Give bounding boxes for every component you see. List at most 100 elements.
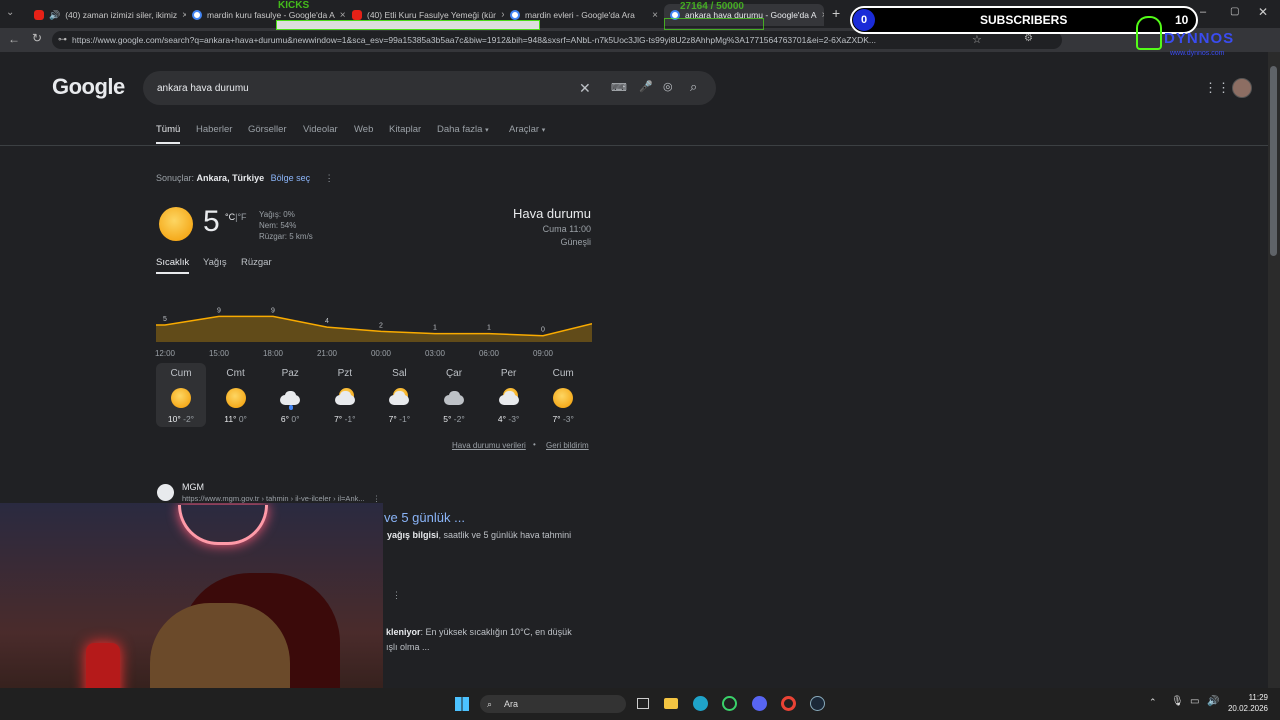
tab-more[interactable]: Daha fazla ▾ bbox=[437, 124, 489, 135]
forecast-day-label[interactable]: Çar bbox=[429, 368, 479, 379]
tab-books[interactable]: Kitaplar bbox=[389, 124, 421, 135]
start-windows-icon[interactable] bbox=[455, 697, 469, 711]
clock-time: 11:29 bbox=[1248, 693, 1268, 702]
youtube-icon bbox=[352, 10, 362, 20]
metric-tab-temperature[interactable]: Sıcaklık bbox=[156, 257, 190, 274]
forecast-day-label[interactable]: Per bbox=[484, 368, 534, 379]
kicks-progress-text: 27164 / 50000 bbox=[680, 1, 744, 12]
forecast-day-label[interactable]: Sal bbox=[374, 368, 424, 379]
unit-toggle[interactable]: °C|°F bbox=[225, 212, 247, 222]
metric-tab-precipitation[interactable]: Yağış bbox=[203, 257, 227, 268]
close-icon[interactable]: × bbox=[822, 10, 824, 21]
edge-icon[interactable] bbox=[693, 696, 708, 711]
apps-grid-icon[interactable]: ⋮⋮ bbox=[1204, 80, 1230, 96]
bookmark-star-icon[interactable]: ☆ bbox=[972, 33, 982, 46]
result-url[interactable]: https://www.mgm.gov.tr › tahmin › il-ve-… bbox=[182, 494, 380, 503]
file-explorer-icon[interactable] bbox=[664, 698, 678, 709]
forecast-day-label[interactable]: Paz bbox=[265, 368, 315, 379]
search-icon[interactable]: ⌕ bbox=[690, 79, 697, 95]
reload-icon[interactable]: ↻ bbox=[32, 31, 42, 45]
tab-tools[interactable]: Araçlar ▾ bbox=[509, 124, 545, 135]
tab-images[interactable]: Görseller bbox=[248, 124, 287, 135]
minimize-button[interactable]: – bbox=[1200, 6, 1206, 18]
forecast-temperatures: 7° -1° bbox=[320, 414, 370, 424]
tab-videos[interactable]: Videolar bbox=[303, 124, 338, 135]
forecast-low: 0° bbox=[291, 414, 300, 424]
taskbar-search[interactable]: ⌕ Ara bbox=[480, 695, 626, 713]
more-options-icon[interactable]: ⋮ bbox=[325, 173, 334, 183]
close-icon[interactable]: × bbox=[340, 10, 346, 21]
brand-url: www.dynnos.com bbox=[1170, 50, 1225, 57]
more-options-icon[interactable]: ⋮ bbox=[373, 494, 381, 503]
sunny-icon bbox=[225, 388, 246, 408]
microphone-icon[interactable]: 🎤 bbox=[639, 80, 653, 93]
partly-cloudy-icon bbox=[498, 388, 519, 408]
hourly-value-label: 1 bbox=[487, 325, 491, 332]
weather-data-link[interactable]: Hava durumu verileri bbox=[452, 441, 526, 450]
result-snippet: kleniyor: En yüksek sıcaklığın 10°C, en … bbox=[386, 627, 572, 637]
lens-camera-icon[interactable]: ◎ bbox=[663, 80, 673, 93]
tab-all[interactable]: Tümü bbox=[156, 124, 181, 144]
forecast-temperatures: 4° -3° bbox=[484, 414, 534, 424]
volume-icon[interactable]: 🔊 bbox=[1207, 696, 1219, 707]
tray-chevron-icon[interactable]: ⌃ bbox=[1149, 697, 1157, 708]
clear-icon[interactable]: ✕ bbox=[579, 80, 591, 97]
hourly-time-label: 21:00 bbox=[316, 349, 338, 358]
tab-news[interactable]: Haberler bbox=[196, 124, 232, 135]
tab-list-chevron-icon[interactable]: ⌄ bbox=[6, 7, 14, 18]
hourly-value-label: 4 bbox=[325, 318, 329, 325]
forecast-high: 7° bbox=[552, 414, 563, 424]
kicks-goal-bar bbox=[664, 18, 764, 30]
feedback-link[interactable]: Geri bildirim bbox=[546, 441, 589, 450]
google-icon bbox=[510, 10, 520, 20]
microphone-tray-icon[interactable]: 🎙 bbox=[1171, 696, 1184, 707]
partly-cloudy-icon bbox=[389, 388, 410, 408]
discord-icon[interactable] bbox=[752, 696, 767, 711]
weather-title: Hava durumu bbox=[512, 206, 591, 221]
chevron-down-icon: ▾ bbox=[541, 127, 546, 134]
unit-fahrenheit[interactable]: °F bbox=[237, 212, 246, 222]
maximize-button[interactable]: ▢ bbox=[1230, 6, 1239, 17]
tab-web[interactable]: Web bbox=[354, 124, 373, 135]
hourly-value-label: 1 bbox=[433, 325, 437, 332]
more-options-icon[interactable]: ⋮ bbox=[392, 590, 401, 601]
keyboard-icon[interactable]: ⌨ bbox=[611, 81, 627, 94]
network-icon[interactable]: ▭ bbox=[1190, 696, 1199, 707]
forecast-day-label[interactable]: Pzt bbox=[320, 368, 370, 379]
forecast-high: 7° bbox=[388, 414, 400, 424]
result-site-name[interactable]: MGM bbox=[182, 482, 204, 492]
windows-taskbar: ⌕ Ara ⌃ 🎙 ▭ 🔊 11:29 20.02.2026 bbox=[0, 688, 1280, 720]
browser-tab[interactable]: 🔊 (40) zaman izimizi siler, ikimiz × bbox=[28, 4, 186, 26]
scrollbar-thumb[interactable] bbox=[1270, 66, 1277, 256]
app-icon[interactable] bbox=[722, 696, 737, 711]
google-icon bbox=[192, 10, 202, 20]
forecast-day-label[interactable]: Cum bbox=[538, 368, 588, 379]
temperature-area bbox=[156, 316, 592, 342]
unit-celsius[interactable]: °C bbox=[225, 212, 235, 222]
search-query: ankara hava durumu bbox=[157, 82, 249, 94]
extensions-icon[interactable]: ⚙ bbox=[1024, 33, 1033, 44]
back-arrow-icon[interactable]: ← bbox=[8, 32, 20, 46]
sunny-icon bbox=[159, 207, 193, 241]
clock[interactable]: 11:29 20.02.2026 bbox=[1222, 692, 1268, 714]
task-view-icon[interactable] bbox=[637, 698, 649, 709]
steam-icon[interactable] bbox=[810, 696, 825, 711]
close-window-button[interactable]: ✕ bbox=[1258, 5, 1268, 19]
new-tab-button[interactable]: + bbox=[832, 5, 840, 21]
chrome-icon[interactable] bbox=[781, 696, 796, 711]
search-input[interactable]: ankara hava durumu ✕ ⌨ 🎤 ◎ ⌕ bbox=[143, 71, 716, 105]
rain-icon bbox=[280, 388, 301, 410]
metric-tab-wind[interactable]: Rüzgar bbox=[241, 257, 272, 268]
site-info-icon[interactable]: ⊶ bbox=[58, 34, 67, 45]
forecast-day-label[interactable]: Cum bbox=[156, 368, 206, 379]
url-text: https://www.google.com/search?q=ankara+h… bbox=[72, 35, 877, 45]
choose-region-link[interactable]: Bölge seç bbox=[271, 173, 311, 183]
google-logo[interactable]: Google bbox=[52, 74, 125, 100]
forecast-low: -2° bbox=[453, 414, 465, 424]
result-title[interactable]: ve 5 günlük ... bbox=[384, 510, 465, 525]
forecast-low: -1° bbox=[344, 414, 356, 424]
tab-more-label: Daha fazla bbox=[437, 124, 483, 135]
avatar[interactable] bbox=[1232, 78, 1252, 98]
forecast-day-label[interactable]: Cmt bbox=[211, 368, 261, 379]
close-icon[interactable]: × bbox=[652, 10, 658, 21]
